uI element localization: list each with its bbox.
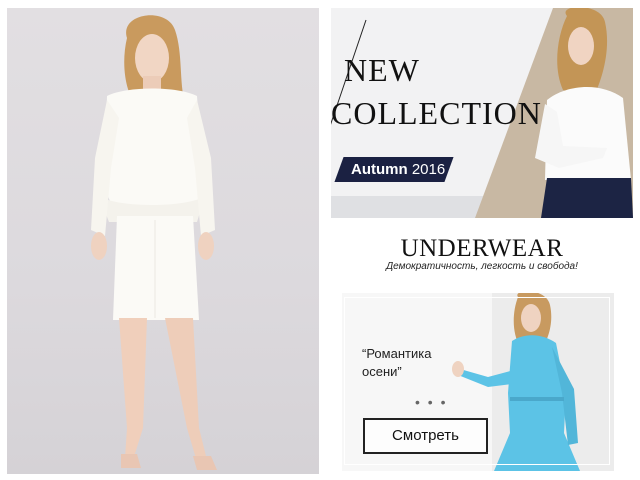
underwear-tagline: Демократичность, легкость и свобода! (386, 261, 578, 272)
promo-dots: • • • (415, 394, 448, 410)
season-badge-text: Autumn 2016 (351, 160, 445, 179)
new-collection-banner[interactable]: NEW COLLECTION Autumn 2016 (331, 8, 633, 218)
season-name: Autumn (351, 161, 408, 178)
new-collection-title-line2: COLLECTION (331, 95, 542, 131)
white-dress-figure (91, 15, 217, 470)
promo-heading: “Романтика осени” (362, 346, 432, 379)
underwear-title[interactable]: UNDERWEAR (331, 236, 633, 261)
new-collection-title-line1: NEW (344, 52, 420, 88)
view-button[interactable]: Смотреть (363, 418, 488, 454)
season-year: 2016 (411, 161, 446, 178)
white-dress-model-image[interactable] (7, 8, 319, 474)
